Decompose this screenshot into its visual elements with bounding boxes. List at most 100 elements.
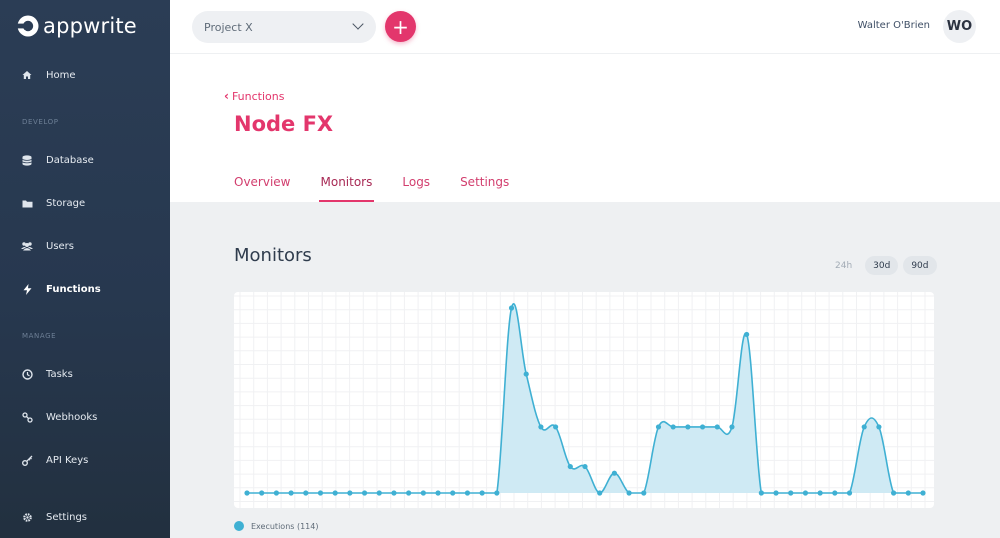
data-point [303, 490, 309, 496]
data-point [582, 463, 588, 470]
gear-icon [20, 510, 34, 524]
sidebar-item-tasks[interactable]: Tasks [20, 367, 73, 381]
data-point [832, 490, 838, 496]
data-point [758, 490, 764, 496]
sidebar: appwrite Home DEVELOP Database Storage U… [0, 0, 170, 538]
data-point [553, 424, 559, 430]
data-point [802, 490, 809, 496]
sidebar-section-develop: DEVELOP [22, 118, 59, 126]
bolt-icon [20, 282, 34, 296]
data-point [450, 490, 456, 496]
data-point [905, 490, 911, 496]
tab-settings[interactable]: Settings [460, 175, 509, 202]
key-icon [20, 453, 34, 467]
storage-icon [20, 196, 34, 210]
data-point [508, 305, 515, 311]
data-point [317, 490, 324, 496]
sidebar-item-label: Functions [46, 283, 101, 295]
sidebar-section-manage: MANAGE [22, 332, 57, 340]
data-point [626, 490, 632, 496]
clock-icon [20, 367, 34, 381]
sidebar-item-home[interactable]: Home [20, 68, 76, 82]
logo-text: appwrite [43, 14, 137, 38]
data-point [391, 490, 397, 496]
appwrite-logo-icon [16, 14, 40, 38]
sidebar-item-label: Settings [46, 511, 88, 523]
data-point [347, 490, 353, 496]
data-point [420, 490, 426, 496]
sidebar-item-database[interactable]: Database [20, 153, 94, 167]
data-point [846, 490, 853, 496]
monitors-content: Monitors 24h 30d 90d Executions (114) [170, 202, 1000, 538]
tab-logs[interactable]: Logs [402, 175, 430, 202]
chevron-down-icon [352, 18, 364, 30]
database-icon [20, 153, 34, 167]
appwrite-logo[interactable]: appwrite [16, 14, 137, 38]
data-point [685, 424, 691, 430]
data-point [435, 490, 441, 496]
function-header: ‹ Functions Node FX Overview Monitors Lo… [170, 54, 1000, 202]
back-link-label: Functions [231, 89, 285, 103]
executions-chart [234, 292, 934, 508]
sidebar-item-label: Users [46, 240, 75, 252]
data-point [861, 424, 867, 430]
sidebar-item-api-keys[interactable]: API Keys [20, 453, 88, 467]
page-title: Node FX [234, 112, 334, 136]
range-30d-button[interactable]: 30d [865, 256, 899, 275]
back-link[interactable]: ‹ Functions [224, 89, 284, 103]
data-point [744, 331, 750, 338]
data-point [729, 424, 735, 430]
data-point [876, 424, 882, 430]
webhook-icon [20, 410, 34, 424]
sidebar-item-functions[interactable]: Functions [20, 282, 101, 296]
chevron-left-icon: ‹ [224, 89, 229, 103]
data-point [288, 490, 294, 496]
data-point [361, 490, 368, 496]
data-point [244, 490, 250, 496]
data-point [494, 490, 500, 496]
range-24h-button[interactable]: 24h [827, 256, 860, 275]
data-point [406, 490, 412, 496]
range-selector: 24h 30d 90d [822, 256, 937, 275]
data-point [376, 490, 382, 496]
chart-legend[interactable]: Executions (114) [234, 521, 318, 531]
data-point [714, 424, 720, 430]
data-point [655, 424, 662, 430]
add-project-button[interactable]: + [385, 11, 416, 42]
user-name[interactable]: Walter O'Brien [858, 20, 930, 31]
data-point [523, 371, 529, 377]
data-point [788, 490, 794, 496]
sidebar-item-label: API Keys [46, 454, 89, 466]
data-point [817, 490, 823, 496]
data-point [611, 470, 617, 476]
data-point [699, 424, 706, 430]
sidebar-item-label: Webhooks [46, 411, 98, 423]
data-point [920, 490, 926, 496]
project-select-value: Project X [204, 20, 253, 34]
top-bar: Project X + Walter O'Brien WO [170, 0, 1000, 54]
sidebar-item-label: Tasks [46, 368, 73, 380]
sidebar-item-webhooks[interactable]: Webhooks [20, 410, 97, 424]
sidebar-item-settings[interactable]: Settings [20, 510, 87, 524]
data-point [538, 424, 544, 430]
tab-monitors[interactable]: Monitors [318, 175, 375, 202]
section-title: Monitors [234, 245, 312, 266]
sidebar-item-users[interactable]: Users [20, 239, 74, 253]
tab-bar: Overview Monitors Logs Settings [234, 175, 539, 202]
sidebar-item-label: Storage [46, 197, 86, 209]
sidebar-item-label: Database [46, 154, 94, 166]
data-point [641, 490, 647, 496]
tab-overview[interactable]: Overview [234, 175, 291, 202]
home-icon [20, 68, 34, 82]
range-90d-button[interactable]: 90d [903, 256, 937, 275]
data-point [332, 490, 338, 496]
data-point [464, 490, 471, 496]
data-point [259, 490, 265, 496]
data-point [773, 490, 779, 496]
data-point [597, 490, 603, 496]
avatar[interactable]: WO [943, 10, 976, 43]
legend-label: Executions (114) [251, 521, 319, 531]
sidebar-item-storage[interactable]: Storage [20, 196, 85, 210]
data-point [567, 463, 573, 470]
project-select[interactable]: Project X [192, 11, 376, 43]
